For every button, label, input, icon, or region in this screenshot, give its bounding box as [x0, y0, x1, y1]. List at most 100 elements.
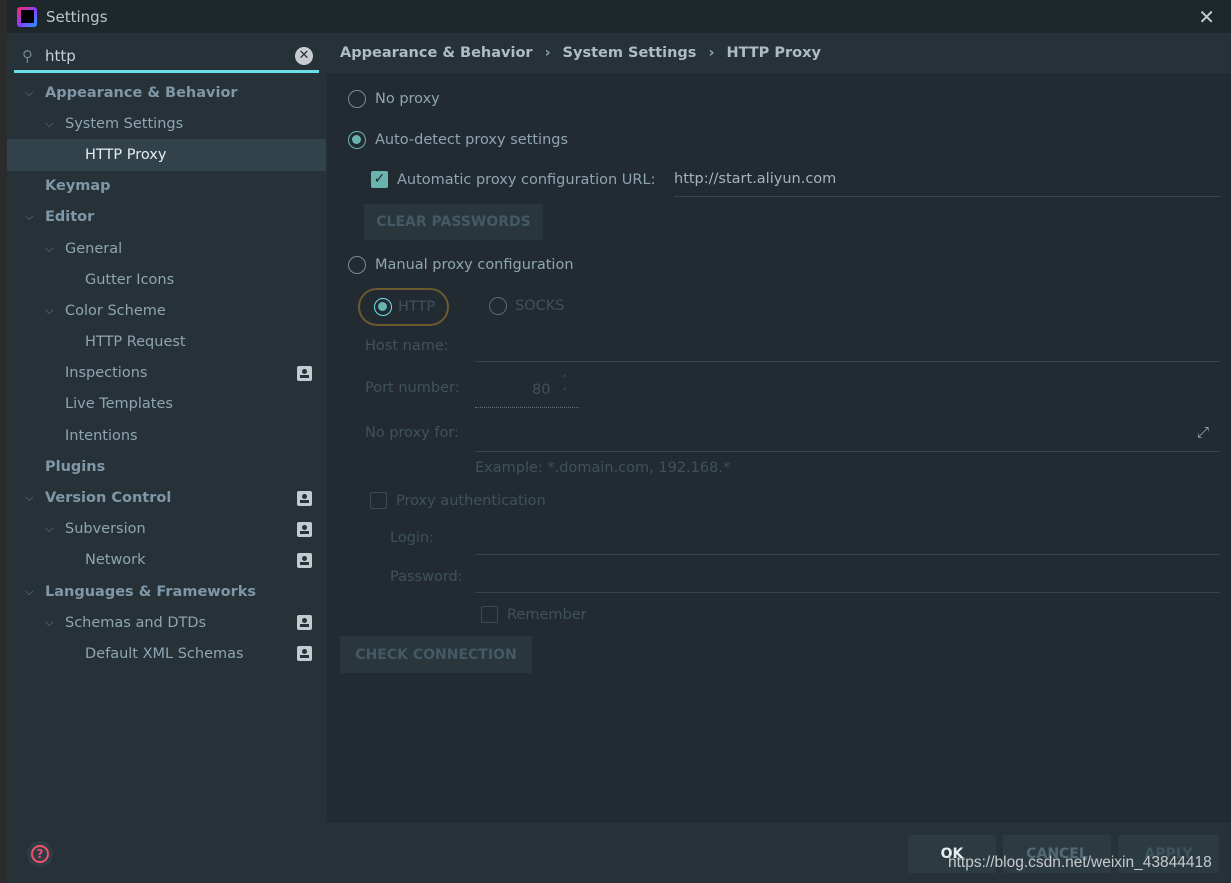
window-title: Settings	[46, 7, 108, 26]
close-icon[interactable]: ✕	[1198, 5, 1215, 29]
expand-icon[interactable]: ⤢	[1197, 423, 1209, 441]
help-icon: ?	[31, 845, 49, 863]
no-proxy-for-input[interactable]	[475, 451, 1220, 452]
project-profile-icon	[297, 521, 312, 537]
radio-icon	[348, 90, 366, 108]
tree-item[interactable]: Inspections	[7, 358, 326, 389]
no-proxy-radio[interactable]: No proxy	[348, 90, 440, 108]
tree-item[interactable]: ⌵ Schemas and DTDs	[7, 607, 326, 638]
chevron-down-icon[interactable]: ⌵	[45, 117, 53, 131]
check-connection-button[interactable]: CHECK CONNECTION	[340, 636, 532, 673]
tree-item[interactable]: Default XML Schemas	[7, 638, 326, 669]
tree-item-label: HTTP Proxy	[85, 146, 167, 163]
tree-item-label: Version Control	[45, 490, 172, 507]
login-input[interactable]	[475, 554, 1220, 555]
no-proxy-label: No proxy	[375, 91, 440, 107]
socks-radio[interactable]: SOCKS	[489, 297, 564, 315]
tree-item-label: Keymap	[45, 178, 111, 195]
no-proxy-for-label: No proxy for:	[365, 425, 459, 441]
tree-item[interactable]: Plugins	[7, 451, 326, 482]
auto-detect-radio[interactable]: Auto-detect proxy settings	[348, 131, 568, 149]
search-value[interactable]: http	[45, 47, 76, 65]
breadcrumb-item[interactable]: Appearance & Behavior	[340, 45, 533, 61]
tree-item-label: Appearance & Behavior	[45, 84, 238, 101]
password-label: Password:	[390, 569, 463, 585]
manual-proxy-label: Manual proxy configuration	[375, 257, 574, 273]
checkbox-icon	[370, 492, 387, 509]
breadcrumb: Appearance & Behavior › System Settings › …	[327, 33, 1231, 73]
remember-checkbox[interactable]: Remember	[481, 606, 587, 623]
port-number-label: Port number:	[365, 380, 460, 396]
tree-item[interactable]: Keymap	[7, 171, 326, 202]
chevron-down-icon[interactable]: ⌵	[45, 616, 53, 630]
tree-item-label: Editor	[45, 209, 95, 226]
radio-icon	[489, 297, 507, 315]
spinner-arrows-icon[interactable]: ˄ ˅	[562, 373, 568, 399]
tree-item[interactable]: ⌵ Subversion	[7, 514, 326, 545]
clear-passwords-button[interactable]: CLEAR PASSWORDS	[364, 204, 543, 240]
port-number-input[interactable]	[475, 407, 579, 408]
tree-item-label: Languages & Frameworks	[45, 583, 257, 600]
tree-item[interactable]: Network	[7, 545, 326, 576]
tree-item-label: Subversion	[65, 521, 146, 538]
project-profile-icon	[297, 365, 312, 381]
tree-item-label: Live Templates	[65, 396, 173, 413]
clear-icon[interactable]: ✕	[295, 47, 313, 65]
tree-item[interactable]: ⌵ Version Control	[7, 482, 326, 513]
tree-item[interactable]: ⌵ System Settings	[7, 108, 326, 139]
tree-item-label: Schemas and DTDs	[65, 614, 207, 631]
settings-sidebar: ⚲ http ✕ ⌵ Appearance & Behavior ⌵ System S…	[7, 33, 326, 825]
proxy-auth-checkbox[interactable]: Proxy authentication	[370, 492, 546, 509]
title-bar: Settings ✕	[7, 0, 1231, 33]
help-button[interactable]: ?	[27, 841, 53, 867]
background-window	[0, 0, 7, 883]
chevron-down-icon[interactable]: ⌵	[25, 585, 33, 599]
chevron-down-icon[interactable]: ⌵	[45, 242, 53, 256]
tree-item[interactable]: Gutter Icons	[7, 264, 326, 295]
proxy-auth-label: Proxy authentication	[396, 492, 546, 509]
radio-selected-icon	[374, 298, 392, 316]
tree-item[interactable]: ⌵ Appearance & Behavior	[7, 77, 326, 108]
chevron-down-icon[interactable]: ⌵	[45, 304, 53, 318]
chevron-down-icon[interactable]: ⌵	[45, 522, 53, 536]
breadcrumb-item: HTTP Proxy	[726, 45, 821, 61]
auto-detect-label: Auto-detect proxy settings	[375, 132, 569, 148]
tree-item[interactable]: ⌵ Languages & Frameworks	[7, 576, 326, 607]
http-radio[interactable]: HTTP	[358, 288, 449, 326]
auto-url-checkbox[interactable]: ✓ Automatic proxy configuration URL:	[371, 171, 655, 188]
tree-item[interactable]: ⌵ Color Scheme	[7, 295, 326, 326]
http-label: HTTP	[398, 299, 436, 315]
tree-item[interactable]: Intentions	[7, 420, 326, 451]
socks-label: SOCKS	[515, 298, 565, 314]
tree-item[interactable]: ⌵ Editor	[7, 202, 326, 233]
tree-item[interactable]: HTTP Proxy	[7, 139, 326, 171]
radio-selected-icon	[348, 131, 366, 149]
auto-url-label: Automatic proxy configuration URL:	[397, 171, 656, 188]
search-input[interactable]: ⚲ http ✕	[14, 41, 319, 73]
password-input[interactable]	[475, 592, 1220, 593]
example-hint: Example: *.domain.com, 192.168.*	[475, 460, 731, 476]
chevron-down-icon[interactable]: ⌵	[25, 86, 33, 100]
tree-item-label: General	[65, 240, 123, 257]
tree-item-label: Color Scheme	[65, 302, 166, 319]
port-number-value[interactable]: 80	[532, 382, 550, 398]
manual-proxy-radio[interactable]: Manual proxy configuration	[348, 256, 574, 274]
chevron-down-icon[interactable]: ⌵	[25, 491, 33, 505]
search-icon: ⚲	[22, 46, 33, 65]
chevron-down-icon[interactable]: ⌵	[25, 210, 33, 224]
auto-url-input[interactable]: http://start.aliyun.com	[674, 171, 1221, 187]
tree-item-label: Gutter Icons	[85, 271, 175, 288]
auto-url-value: http://start.aliyun.com	[674, 171, 837, 187]
radio-icon	[348, 256, 366, 274]
host-name-input[interactable]	[475, 361, 1220, 362]
tree-item-label: Network	[85, 552, 146, 569]
settings-tree: ⌵ Appearance & Behavior ⌵ System Settings HT…	[7, 77, 326, 670]
project-profile-icon	[297, 646, 312, 662]
content-panel: Appearance & Behavior › System Settings › …	[327, 33, 1231, 823]
breadcrumb-item[interactable]: System Settings	[563, 45, 697, 61]
tree-item-label: Inspections	[65, 365, 148, 382]
tree-item[interactable]: Live Templates	[7, 389, 326, 420]
tree-item[interactable]: HTTP Request	[7, 327, 326, 358]
tree-item-label: Intentions	[65, 427, 138, 444]
tree-item[interactable]: ⌵ General	[7, 233, 326, 264]
